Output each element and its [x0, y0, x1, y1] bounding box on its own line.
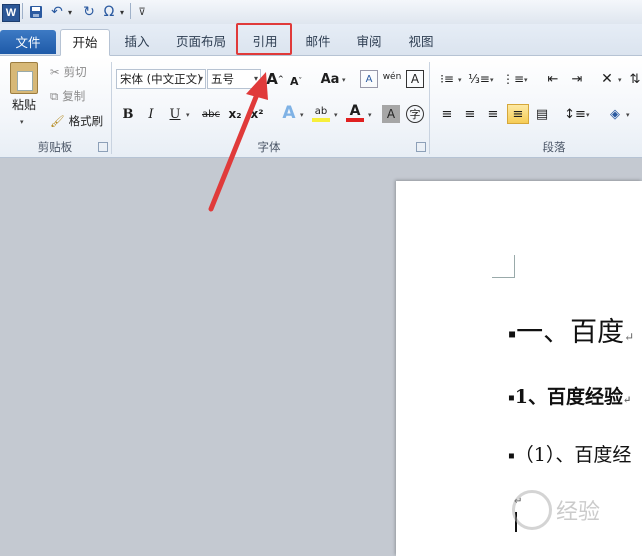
arrow-head — [246, 72, 268, 100]
arrow-shaft — [208, 89, 261, 212]
annotation-arrow — [208, 72, 268, 212]
